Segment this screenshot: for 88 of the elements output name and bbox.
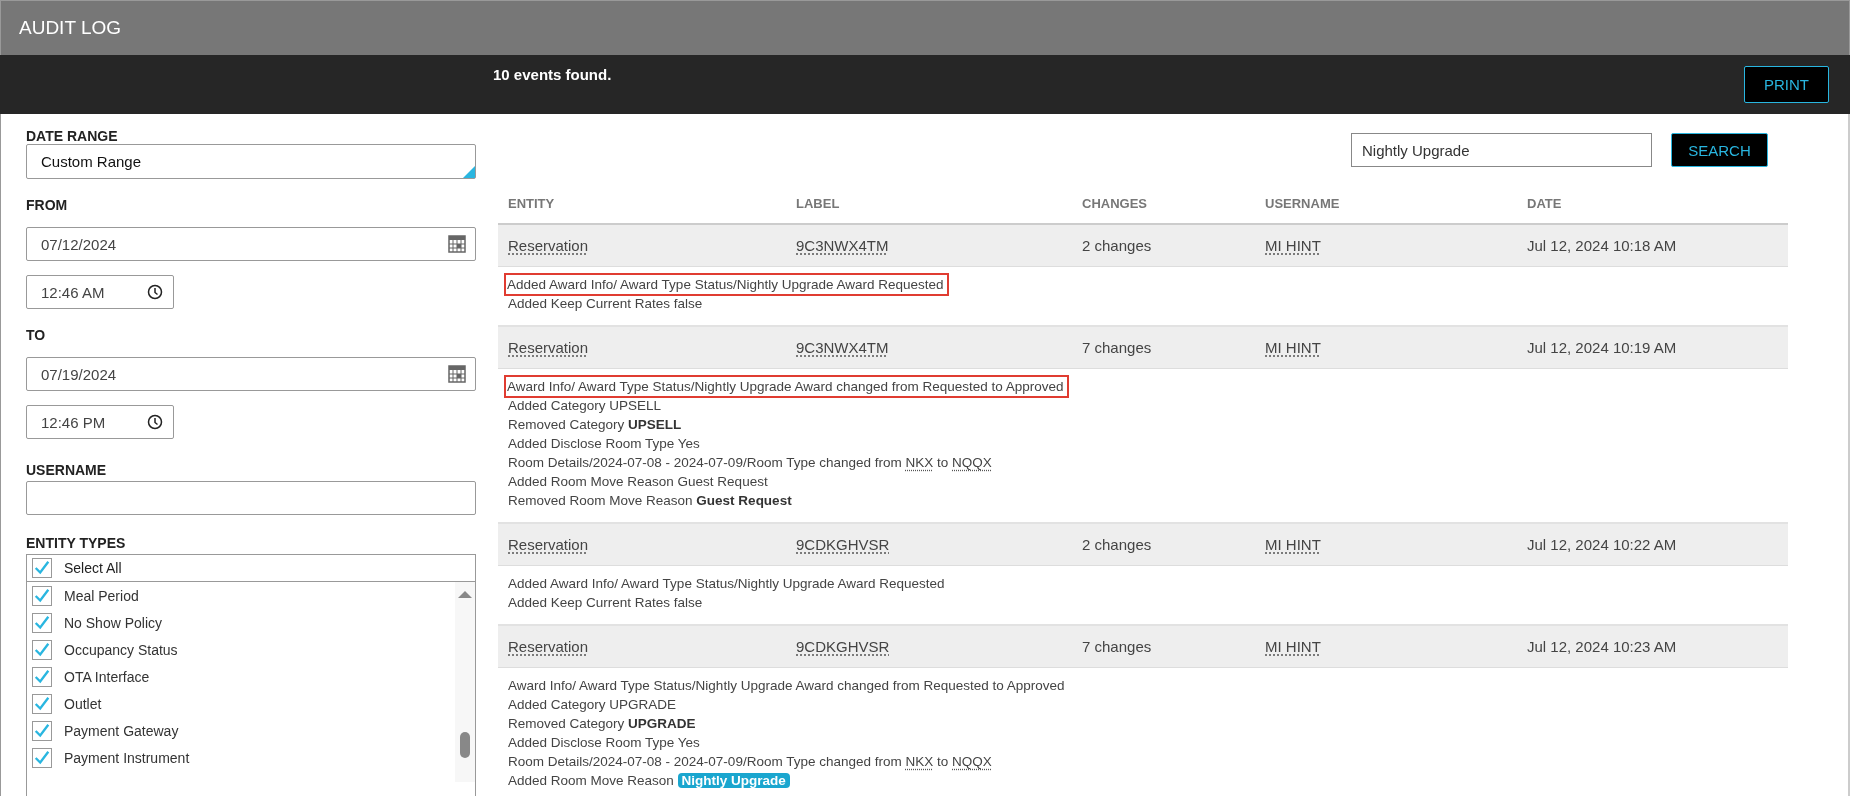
clock-icon[interactable]	[147, 414, 163, 430]
entity-link[interactable]: Reservation	[508, 339, 589, 356]
change-line: Added Disclose Room Type Yes	[508, 734, 700, 752]
checkbox[interactable]	[32, 639, 52, 660]
time-input[interactable]: 12:46 AM	[26, 275, 174, 309]
date-range-dropdown[interactable]: Custom Range	[26, 144, 476, 179]
room-type-link[interactable]: NQQX	[952, 754, 992, 769]
username-link[interactable]: MI HINT	[1265, 339, 1321, 356]
highlighted-change-line: Award Info/ Award Type Status/Nightly Upgrade Award changed from Requested to Approved	[506, 377, 1067, 396]
field-label: FROM	[26, 197, 69, 213]
highlighted-change-line: Added Award Info/ Award Type Status/Nightly Upgrade Award Requested	[506, 275, 947, 294]
changes-count: 7 changes	[1082, 638, 1153, 655]
label-link[interactable]: 9CDKGHVSR	[796, 638, 890, 655]
checkbox[interactable]	[32, 693, 52, 714]
changes-count: 2 changes	[1082, 237, 1153, 254]
search-match-highlight: Nightly Upgrade	[677, 773, 790, 788]
change-line: Added Category UPGRADE	[508, 696, 677, 714]
event-date: Jul 12, 2024 10:22 AM	[1527, 536, 1678, 553]
changes-count: 2 changes	[1082, 536, 1153, 553]
column-header: ENTITY	[508, 196, 556, 211]
change-line: Room Details/2024-07-08 - 2024-07-09/Room Type changed from NKX to NQQX	[508, 753, 992, 771]
entity-link[interactable]: Reservation	[508, 536, 589, 553]
label-link[interactable]: 9C3NWX4TM	[796, 339, 889, 356]
checkbox[interactable]	[32, 612, 52, 633]
column-header: DATE	[1527, 196, 1563, 211]
event-date: Jul 12, 2024 10:19 AM	[1527, 339, 1678, 356]
checkbox-label[interactable]: Payment Instrument	[64, 749, 190, 766]
username-link[interactable]: MI HINT	[1265, 536, 1321, 553]
checkbox[interactable]	[32, 558, 52, 578]
field-label: DATE RANGE	[26, 128, 119, 144]
change-line: Added Keep Current Rates false	[508, 295, 703, 313]
change-line: Added Room Move Reason Guest Request	[508, 473, 768, 491]
search-button[interactable]: SEARCH	[1671, 133, 1768, 167]
checkbox-label[interactable]: Outlet	[64, 695, 102, 712]
change-line: Added Category UPSELL	[508, 397, 662, 415]
column-header: LABEL	[796, 196, 841, 211]
calendar-icon[interactable]	[448, 365, 466, 383]
checkbox-label[interactable]: Occupancy Status	[64, 641, 178, 658]
username-input[interactable]	[26, 481, 476, 515]
event-row[interactable]: Reservation 9CDKGHVSR 7 changes MI HINT Jul 12, 2024 10:23 AM	[498, 626, 1788, 668]
field-label: USERNAME	[26, 462, 108, 478]
event-row[interactable]: Reservation 9C3NWX4TM 2 changes MI HINT Jul 12, 2024 10:18 AM	[498, 225, 1788, 267]
entity-link[interactable]: Reservation	[508, 237, 589, 254]
change-line: Award Info/ Award Type Status/Nightly Upgrade Award changed from Requested to Approved	[508, 677, 1065, 695]
event-row[interactable]: Reservation 9CDKGHVSR 2 changes MI HINT Jul 12, 2024 10:22 AM	[498, 524, 1788, 566]
changes-count: 7 changes	[1082, 339, 1153, 356]
username-link[interactable]: MI HINT	[1265, 237, 1321, 254]
date-input[interactable]: 07/12/2024	[26, 227, 476, 261]
checkbox-label[interactable]: OTA Interface	[64, 668, 150, 685]
checkbox-label[interactable]: Meal Period	[64, 587, 139, 604]
time-input[interactable]: 12:46 PM	[26, 405, 174, 439]
label-link[interactable]: 9CDKGHVSR	[796, 536, 890, 553]
field-label: TO	[26, 327, 47, 343]
column-header: CHANGES	[1082, 196, 1148, 211]
change-line: Added Keep Current Rates false	[508, 594, 703, 612]
checkbox[interactable]	[32, 720, 52, 741]
dropdown-corner-icon	[463, 166, 475, 178]
print-button[interactable]: PRINT	[1744, 66, 1829, 103]
change-line: Room Details/2024-07-08 - 2024-07-09/Room Type changed from NKX to NQQX	[508, 454, 992, 472]
date-input[interactable]: 07/19/2024	[26, 357, 476, 391]
room-type-link[interactable]: NQQX	[952, 455, 992, 470]
change-line: Added Award Info/ Award Type Status/Nightly Upgrade Award Requested	[508, 575, 945, 593]
change-line: Removed Room Move Reason Guest Request	[508, 492, 792, 510]
room-type-link[interactable]: NKX	[905, 455, 934, 470]
event-date: Jul 12, 2024 10:18 AM	[1527, 237, 1678, 254]
label-link[interactable]: 9C3NWX4TM	[796, 237, 889, 254]
search-field[interactable]: Nightly Upgrade	[1351, 133, 1652, 167]
checkbox-label[interactable]: No Show Policy	[64, 614, 163, 631]
column-header: USERNAME	[1265, 196, 1341, 211]
event-row[interactable]: Reservation 9C3NWX4TM 7 changes MI HINT Jul 12, 2024 10:19 AM	[498, 327, 1788, 369]
result-count: 10 events found.	[493, 66, 612, 83]
checkbox-label[interactable]: Select All	[64, 560, 122, 576]
checkbox-label[interactable]: Payment Gateway	[64, 722, 179, 739]
page-title: AUDIT LOG	[19, 17, 122, 39]
clock-icon[interactable]	[147, 284, 163, 300]
change-line: Added Room Move Reason Nightly Upgrade	[508, 771, 790, 790]
checkbox[interactable]	[32, 747, 52, 768]
entity-link[interactable]: Reservation	[508, 638, 589, 655]
field-label: ENTITY TYPES	[26, 535, 127, 551]
event-date: Jul 12, 2024 10:23 AM	[1527, 638, 1678, 655]
change-line: Removed Category UPSELL	[508, 416, 682, 434]
change-line: Removed Category UPGRADE	[508, 715, 696, 733]
calendar-icon[interactable]	[448, 235, 466, 253]
checkbox[interactable]	[32, 585, 52, 606]
change-line: Added Disclose Room Type Yes	[508, 435, 700, 453]
room-type-link[interactable]: NKX	[905, 754, 934, 769]
username-link[interactable]: MI HINT	[1265, 638, 1321, 655]
checkbox[interactable]	[32, 666, 52, 687]
